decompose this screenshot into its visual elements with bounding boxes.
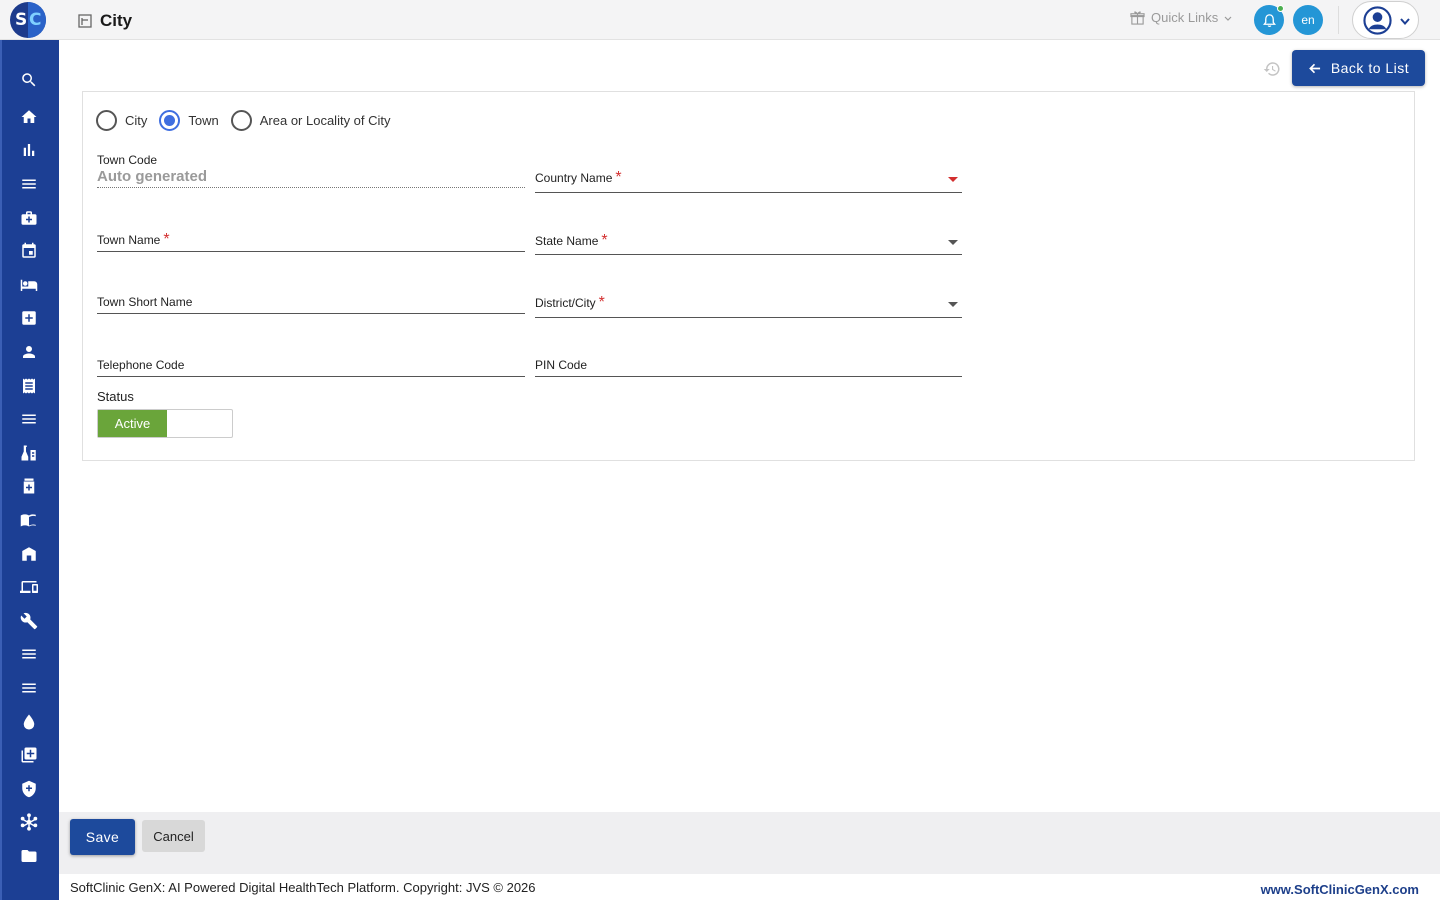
blood-drop-icon[interactable] [18, 711, 40, 733]
search-icon[interactable] [18, 69, 40, 91]
town-name-label: Town Name [97, 233, 161, 247]
lab-icon[interactable] [18, 442, 40, 464]
wrench-icon[interactable] [18, 610, 40, 632]
arrow-left-icon [1308, 63, 1320, 73]
user-menu-button[interactable] [1352, 1, 1419, 39]
telephone-code-label: Telephone Code [97, 358, 185, 372]
sidebar [0, 40, 59, 900]
store-icon[interactable] [18, 543, 40, 565]
person-icon[interactable] [18, 341, 40, 363]
receipt-icon[interactable] [18, 375, 40, 397]
location-type-radio-group: City Town Area or Locality of City [96, 110, 403, 131]
state-name-select[interactable]: State Name * [535, 232, 962, 255]
district-city-label: District/City [535, 296, 596, 310]
notification-dot [1277, 5, 1284, 12]
pin-code-input[interactable]: PIN Code [535, 356, 962, 377]
town-code-field: Town Code Auto generated [97, 153, 525, 188]
menu-icon[interactable] [18, 643, 40, 665]
divider [1338, 6, 1339, 34]
radio-area-label: Area or Locality of City [259, 113, 391, 128]
bell-icon [1262, 13, 1276, 27]
page-title: City [100, 11, 133, 30]
town-code-value: Auto generated [97, 168, 208, 185]
gift-icon [1130, 11, 1145, 25]
radio-circle[interactable] [96, 110, 117, 131]
calendar-icon[interactable] [18, 240, 40, 262]
book-icon[interactable] [18, 509, 40, 531]
medical-bag-icon[interactable] [18, 207, 40, 229]
radio-area-locality[interactable]: Area or Locality of City [230, 110, 391, 131]
page-icon [78, 14, 92, 28]
radio-circle[interactable] [230, 110, 252, 131]
chevron-down-icon [1400, 18, 1410, 26]
shield-plus-icon[interactable] [18, 778, 40, 800]
required-marker: * [598, 294, 605, 311]
state-name-label: State Name [535, 234, 599, 248]
radio-town-label: Town [188, 113, 219, 128]
menu-icon[interactable] [18, 408, 40, 430]
history-icon[interactable] [1263, 60, 1281, 78]
status-toggle[interactable]: Active [97, 409, 233, 438]
status-active-value: Active [98, 410, 167, 437]
form-card [82, 91, 1415, 461]
user-avatar-icon [1363, 6, 1392, 35]
pin-code-label: PIN Code [535, 358, 588, 372]
country-name-select[interactable]: Country Name * [535, 169, 962, 193]
back-to-list-button[interactable]: Back to List [1292, 50, 1425, 86]
footer-copyright: SoftClinic GenX: AI Powered Digital Heal… [70, 880, 536, 895]
menu-icon[interactable] [18, 173, 40, 195]
chevron-down-icon [1224, 16, 1232, 21]
town-short-name-label: Town Short Name [97, 295, 193, 309]
app-logo[interactable]: SC [10, 2, 46, 38]
footer-website-link[interactable]: www.SoftClinicGenX.com [1261, 882, 1419, 897]
town-code-label: Town Code [97, 153, 158, 167]
save-button[interactable]: Save [70, 819, 135, 855]
cancel-button[interactable]: Cancel [142, 820, 205, 852]
radio-city-label: City [125, 113, 148, 128]
dropdown-caret-icon [948, 240, 958, 245]
devices-icon[interactable] [18, 576, 40, 598]
required-marker: * [163, 231, 170, 248]
top-bar: SC City Quick Links en [0, 0, 1440, 40]
quick-links-dropdown[interactable]: Quick Links [1130, 10, 1232, 25]
town-name-input[interactable]: Town Name * [97, 231, 525, 252]
dropdown-caret-icon [948, 177, 958, 182]
language-button[interactable]: en [1293, 5, 1323, 35]
radio-circle-checked[interactable] [159, 110, 181, 131]
action-bar [59, 812, 1440, 874]
back-to-list-label: Back to List [1330, 60, 1410, 76]
country-name-label: Country Name [535, 171, 613, 185]
required-marker: * [615, 169, 622, 186]
town-short-name-input[interactable]: Town Short Name [97, 293, 525, 314]
dropdown-caret-icon [948, 302, 958, 307]
add-note-icon[interactable] [18, 744, 40, 766]
home-icon[interactable] [18, 106, 40, 128]
required-marker: * [601, 232, 608, 249]
radio-town[interactable]: Town [159, 110, 219, 131]
district-city-select[interactable]: District/City * [535, 294, 962, 318]
telephone-code-input[interactable]: Telephone Code [97, 356, 525, 377]
quick-links-label: Quick Links [1151, 10, 1219, 25]
pharmacy-icon[interactable] [18, 475, 40, 497]
radio-city[interactable]: City [96, 110, 147, 131]
hub-icon[interactable] [18, 811, 40, 833]
bed-icon[interactable] [18, 274, 40, 296]
status-label: Status [97, 389, 134, 404]
plus-box-icon[interactable] [18, 307, 40, 329]
folder-icon[interactable] [18, 845, 40, 867]
menu-icon[interactable] [18, 677, 40, 699]
bar-chart-icon[interactable] [18, 139, 40, 161]
